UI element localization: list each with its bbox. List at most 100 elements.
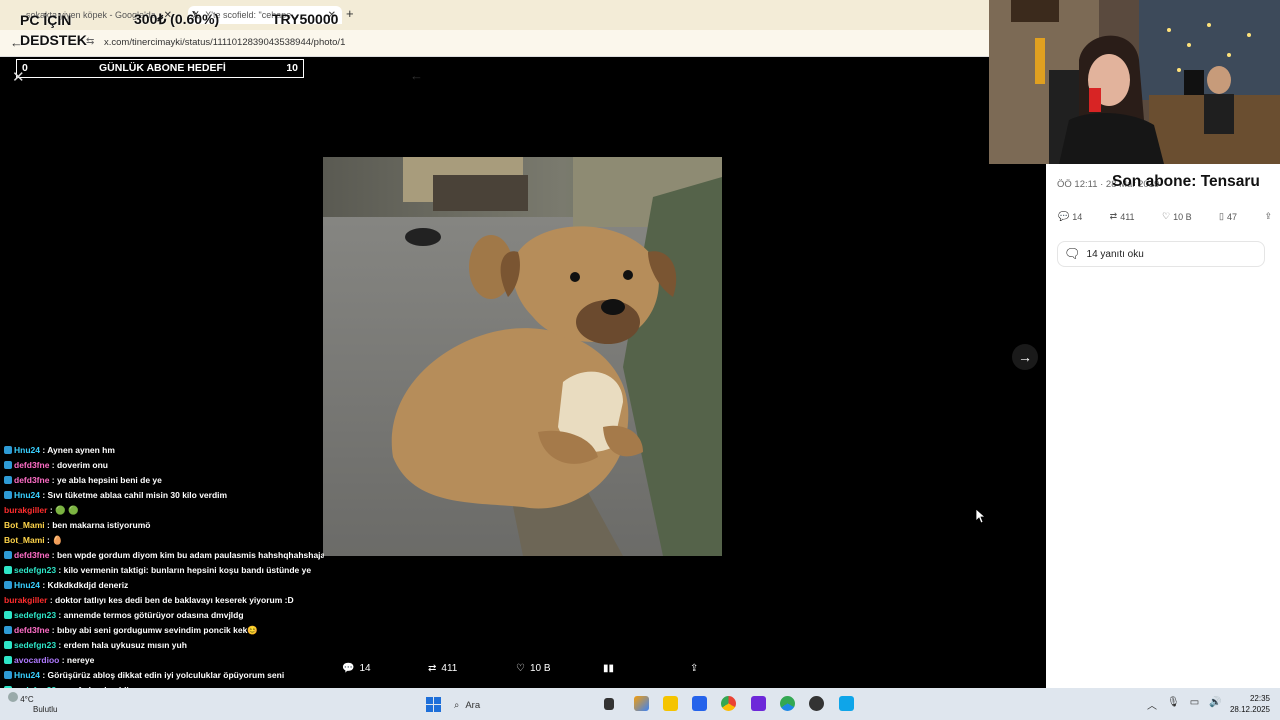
share-icon: ⇪ (690, 663, 699, 674)
reply-icon: 💬 (342, 663, 355, 674)
site-settings-icon[interactable]: ⇆ (86, 36, 94, 47)
url-text[interactable]: x.com/tinercimayki/status/11110128390435… (104, 37, 345, 48)
chat-separator: : (49, 475, 57, 485)
chat-separator: : (47, 505, 56, 515)
last-subscriber-overlay: Son abone: Tensaru (1112, 173, 1260, 190)
chat-badge-icon (4, 581, 12, 589)
retweet-count: 411 (1120, 211, 1135, 222)
chat-text: erdem hala uykusuz mısın yuh (63, 640, 187, 650)
chat-text: Aynen aynen hm (47, 445, 115, 455)
viewer-share-action[interactable]: ⇪ (690, 663, 698, 674)
windows-taskbar: 4°C Bulutlu ⌕ Ara ︿ 🎙 ▭ 🔊 22:35 28.12.20… (0, 688, 1280, 720)
volume-icon[interactable]: 🔊 (1209, 697, 1221, 712)
chat-message: defd3fne : bıbıy abi seni gordugumw sevi… (4, 623, 324, 638)
chat-separator: : (56, 565, 64, 575)
tweet-actions: 💬 14 ⇄ 411 ♡ 10 B ▯ 47 ⇪ (1058, 211, 1272, 222)
chat-text: doverim onu (56, 460, 108, 470)
viewer-stats-action[interactable]: ▮▮ (603, 663, 614, 674)
read-replies-button[interactable]: 🗨 14 yanıtı oku (1057, 241, 1265, 267)
chrome-active-icon[interactable] (780, 696, 795, 711)
viewer-retweet-action[interactable]: ⇄ 411 (428, 663, 457, 674)
weather-desc: Bulutlu (33, 705, 58, 714)
taskbar-clock[interactable]: 22:35 28.12.2025 (1226, 693, 1270, 715)
chat-message: sedefgn23 : annemde termos götürüyor oda… (4, 608, 324, 623)
chat-badge-icon (4, 656, 12, 664)
microphone-icon[interactable]: 🎙 (1167, 697, 1180, 712)
copilot-icon[interactable] (634, 696, 649, 711)
like-button[interactable]: ♡ 10 B (1162, 211, 1192, 222)
chat-separator: : (49, 550, 57, 560)
reply-count: 14 (359, 663, 371, 674)
clock-time: 22:35 (1249, 694, 1270, 703)
chrome-icon[interactable] (721, 696, 736, 711)
obs-icon[interactable] (809, 696, 824, 711)
chat-text: Görüşürüz abloş dikkat edin iyi yolculuk… (47, 670, 285, 680)
read-replies-label: 14 yanıtı oku (1086, 248, 1144, 260)
like-count: 10 B (529, 663, 551, 674)
retweet-icon: ⇄ (428, 663, 437, 674)
goal-title: GÜNLÜK ABONE HEDEFİ (99, 62, 226, 74)
viewer-reply-action[interactable]: 💬 14 (342, 663, 371, 674)
bookmark-button[interactable]: ▯ 47 (1219, 211, 1237, 222)
chat-message: Hnu24 : Sıvı tüketme ablaa cahil misin 3… (4, 488, 324, 503)
chat-username: defd3fne (14, 550, 50, 560)
chat-message: defd3fne : ben wpde gordum diyom kim bu … (4, 548, 324, 563)
speech-bubble-icon: 🗨 (1064, 246, 1081, 261)
back-arrow-icon: ← (410, 68, 423, 83)
system-tray: ︿ 🎙 ▭ 🔊 (1147, 697, 1222, 712)
retweet-icon: ⇄ (1109, 211, 1118, 221)
file-explorer-icon[interactable] (663, 696, 678, 711)
chat-username: defd3fne (14, 460, 50, 470)
chat-message: defd3fne : doverim onu (4, 458, 324, 473)
retweet-button[interactable]: ⇄ 411 (1110, 211, 1135, 222)
taskbar-search[interactable]: ⌕ Ara (454, 696, 594, 714)
chat-badge-icon (4, 671, 12, 679)
chat-text: ben wpde gordum diyom kim bu adam paulas… (56, 550, 324, 560)
chat-username: sedefgn23 (14, 565, 57, 575)
chat-text: doktor tatlıyı kes dedi ben de baklavayı… (55, 595, 294, 605)
new-tab-button[interactable]: + (346, 6, 354, 21)
chat-badge-icon (4, 566, 12, 574)
chat-separator: : (59, 655, 67, 665)
app2-icon[interactable] (839, 696, 854, 711)
weather-widget[interactable]: 4°C Bulutlu (8, 692, 57, 715)
chat-text: 🟢 🟢 (55, 505, 79, 515)
close-viewer-icon[interactable]: ✕ (12, 68, 25, 86)
chat-separator: : (56, 640, 64, 650)
pc-support-line1: PC İÇİN (20, 12, 72, 28)
tweet-detail-panel: ÖÖ 12:11 · 28 Mar 2019 Son abone: Tensar… (1046, 164, 1280, 688)
chat-message: Bot_Mami : ben makarna istiyorumö (4, 518, 324, 533)
viewer-like-action[interactable]: ♡ 10 B (516, 663, 551, 674)
dog-photo (323, 157, 722, 556)
chat-message: Hnu24 : Kdkdkdkdjd deneriz (4, 578, 324, 593)
share-icon: ⇪ (1264, 211, 1272, 221)
share-button[interactable]: ⇪ (1264, 211, 1272, 222)
chat-username: burakgiller (4, 595, 48, 605)
start-button[interactable] (426, 697, 441, 712)
reply-button[interactable]: 💬 14 (1058, 211, 1082, 222)
heart-icon: ♡ (1162, 211, 1171, 221)
chat-username: defd3fne (14, 475, 50, 485)
network-icon[interactable]: ▭ (1190, 697, 1199, 712)
chat-text: ye abla hepsini beni de ye (56, 475, 162, 485)
store-icon[interactable] (692, 696, 707, 711)
arrow-right-icon: → (1018, 349, 1032, 365)
chat-text: bıbıy abi seni gordugumw sevindim poncik… (56, 625, 258, 635)
app-icon[interactable] (751, 696, 766, 711)
chevron-up-icon[interactable]: ︿ (1147, 697, 1157, 712)
mouse-cursor-icon (976, 509, 986, 524)
search-icon: ⌕ (454, 699, 460, 711)
pc-support-line2: DEDSTEK (20, 32, 87, 48)
retweet-count: 411 (441, 663, 458, 674)
goal-max: 10 (286, 62, 298, 74)
chat-badge-icon (4, 491, 12, 499)
next-photo-button[interactable]: → (1012, 344, 1038, 370)
chat-badge-icon (4, 476, 12, 484)
chat-username: Bot_Mami (4, 520, 45, 530)
chat-username: sedefgn23 (14, 640, 57, 650)
heart-icon: ♡ (516, 663, 525, 674)
chat-text: nereye (66, 655, 95, 665)
task-view-icon[interactable] (604, 698, 614, 710)
chat-text: kilo vermenin taktigi: bunların hepsini … (63, 565, 312, 575)
pc-support-overlay: PC İÇİN DEDSTEK (20, 10, 87, 50)
